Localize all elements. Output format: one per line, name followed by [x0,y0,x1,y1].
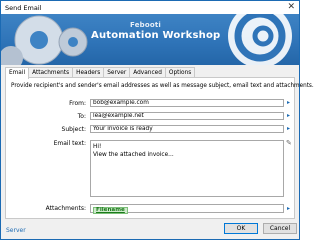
email-text-label: Email text: [53,140,86,147]
edit-pencil-icon[interactable]: ✎ [286,139,292,147]
subject-label: Subject: [61,126,86,133]
to-label: To: [77,113,86,120]
ok-button[interactable]: OK [224,223,258,234]
from-arrow-icon[interactable]: ▸ [287,100,291,106]
description-text: Provide recipient's and sender's email a… [11,83,314,89]
from-field[interactable]: bob@example.com [90,99,284,107]
attachments-label: Attachments: [45,205,86,212]
window-title: Send Email [5,4,42,12]
email-text-line: Hi! [93,144,102,150]
banner: Febooti Automation Workshop [1,14,299,65]
attachments-arrow-icon[interactable]: ▸ [287,206,291,212]
filename-chip[interactable]: Filename [93,207,128,214]
email-text-line: View the attached invoice... [93,152,174,158]
email-panel: Provide recipient's and sender's email a… [5,77,314,219]
cancel-button[interactable]: Cancel [263,223,297,234]
tab-email[interactable]: Email [5,67,30,79]
to-field[interactable]: lea@example.net [90,112,284,120]
from-label: From: [69,100,86,107]
send-email-dialog: Send Email ✕ Febooti Automation Workshop… [0,0,314,240]
close-icon[interactable]: ✕ [287,2,295,12]
brand-title: Automation Workshop [91,30,221,41]
subject-field[interactable]: Your invoice is ready [90,125,284,133]
to-arrow-icon[interactable]: ▸ [287,113,291,119]
attachments-field[interactable]: Filename [90,204,284,214]
subject-arrow-icon[interactable]: ▸ [287,126,291,132]
server-link[interactable]: Server [6,227,26,234]
brand-small: Febooti [130,21,162,29]
title-bar: Send Email ✕ [1,1,299,14]
email-text-area[interactable]: Hi! View the attached invoice... [90,140,284,197]
